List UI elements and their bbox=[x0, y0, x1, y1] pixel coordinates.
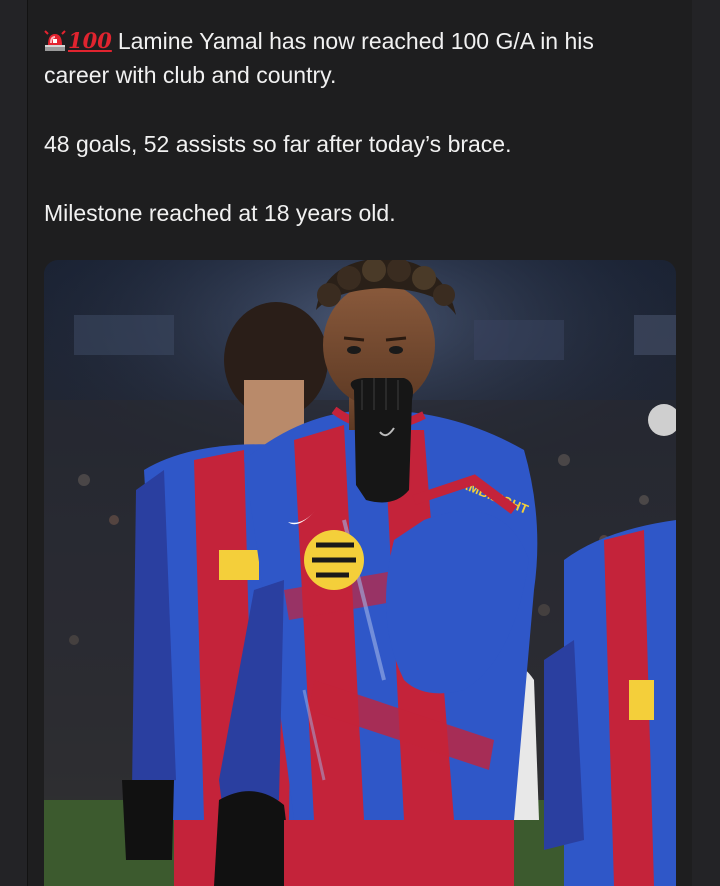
left-rail bbox=[0, 0, 27, 886]
sponsor-logo bbox=[304, 530, 364, 590]
post-line-1-text: Lamine Yamal has now reached 100 G/A in … bbox=[44, 28, 594, 88]
post-photo[interactable]: AMBILIGHT bbox=[44, 260, 676, 886]
post-text: 100 Lamine Yamal has now reached 100 G/A … bbox=[44, 24, 664, 230]
glove-left bbox=[214, 791, 294, 886]
rotating-light-emoji-icon bbox=[44, 27, 66, 51]
post-line-2: 48 goals, 52 assists so far after today’… bbox=[44, 131, 512, 157]
right-rail bbox=[692, 0, 720, 886]
glove-face bbox=[350, 378, 413, 503]
post-line-3: Milestone reached at 18 years old. bbox=[44, 200, 396, 226]
post-line-1: 100 Lamine Yamal has now reached 100 G/A … bbox=[44, 24, 664, 92]
hundred-points-emoji-icon: 100 bbox=[68, 28, 112, 53]
app-frame: 100 Lamine Yamal has now reached 100 G/A … bbox=[0, 0, 720, 886]
